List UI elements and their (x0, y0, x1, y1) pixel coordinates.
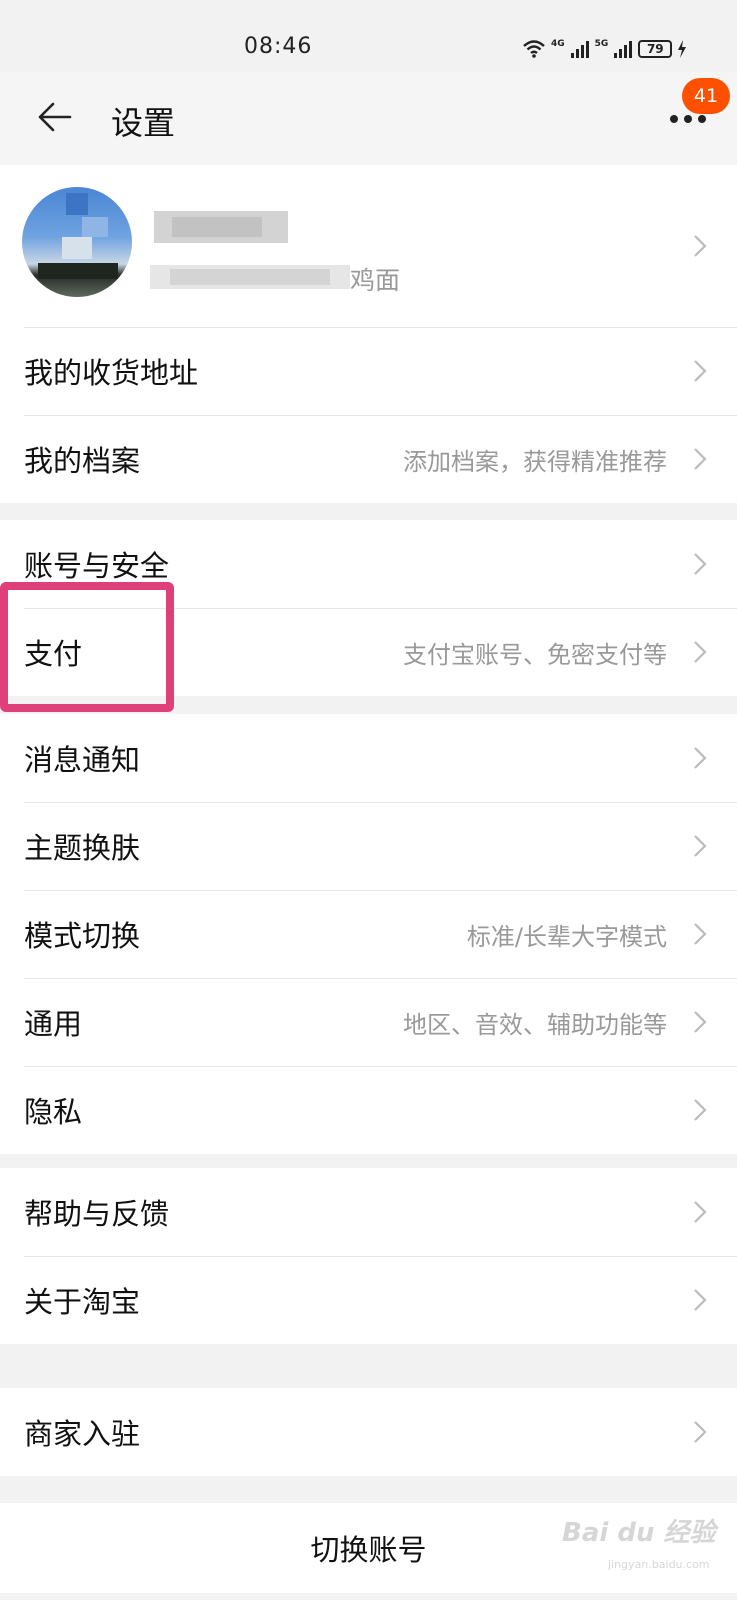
watermark-logo: Bai du 经验 (562, 1518, 716, 1548)
network-type-label: 5G (594, 38, 609, 49)
settings-item-label: 我的收货地址 (24, 356, 199, 390)
signal-icon (614, 41, 633, 58)
settings-item-label: 通用 (24, 1007, 83, 1041)
settings-item-account-security[interactable]: 账号与安全 (0, 520, 737, 608)
battery-icon: 79 (638, 40, 673, 58)
profile-subtitle: 鸡面 (350, 266, 401, 295)
settings-item-theme[interactable]: 主题换肤 (0, 802, 737, 890)
charging-icon (678, 40, 687, 58)
chevron-right-icon (694, 1289, 707, 1311)
wifi-icon (523, 40, 545, 58)
settings-item-label: 商家入驻 (24, 1417, 141, 1451)
chevron-right-icon (694, 835, 707, 857)
chevron-right-icon (694, 1201, 707, 1223)
settings-item-privacy[interactable]: 隐私 (0, 1066, 737, 1154)
more-dots-icon (670, 115, 706, 123)
settings-item-address[interactable]: 我的收货地址 (0, 327, 737, 415)
chevron-right-icon (694, 235, 707, 257)
status-icons: 4G 5G 79 (522, 36, 687, 62)
settings-item-general[interactable]: 通用 地区、音效、辅助功能等 (0, 978, 737, 1066)
settings-item-about[interactable]: 关于淘宝 (0, 1256, 737, 1344)
battery-level: 79 (646, 42, 664, 56)
status-time: 08:46 (244, 34, 313, 59)
chevron-right-icon (694, 448, 707, 470)
settings-item-profile-archive[interactable]: 我的档案 添加档案，获得精准推荐 (0, 415, 737, 503)
settings-item-merchant[interactable]: 商家入驻 (0, 1388, 737, 1476)
settings-item-label: 我的档案 (24, 444, 141, 478)
signal-icon (570, 41, 589, 58)
chevron-right-icon (694, 360, 707, 382)
settings-item-label: 帮助与反馈 (24, 1197, 170, 1231)
chevron-right-icon (694, 1011, 707, 1033)
chevron-right-icon (694, 923, 707, 945)
profile-row[interactable]: 鸡面 (0, 165, 737, 327)
chevron-right-icon (694, 553, 707, 575)
back-arrow-icon (38, 102, 72, 132)
settings-item-help[interactable]: 帮助与反馈 (0, 1168, 737, 1256)
status-bar: 08:46 4G 5G 79 (0, 0, 737, 72)
settings-item-value: 标准/长辈大字模式 (466, 922, 667, 951)
network-type-label: 4G (551, 38, 565, 49)
settings-item-label: 主题换肤 (24, 831, 141, 865)
settings-item-mode[interactable]: 模式切换 标准/长辈大字模式 (0, 890, 737, 978)
chevron-right-icon (694, 1099, 707, 1121)
notification-badge: 41 (682, 78, 730, 114)
settings-item-notifications[interactable]: 消息通知 (0, 714, 737, 802)
settings-item-label: 关于淘宝 (24, 1285, 141, 1319)
settings-item-value: 地区、音效、辅助功能等 (403, 1010, 667, 1039)
chevron-right-icon (694, 641, 707, 663)
header: 设置 (0, 72, 737, 165)
settings-screen: 08:46 4G 5G 79 设置 41 鸡面 我的收货地址 我的档案 添加档案… (0, 0, 737, 1600)
settings-item-payment[interactable]: 支付 支付宝账号、免密支付等 (0, 608, 737, 696)
general-group: 消息通知 主题换肤 模式切换 标准/长辈大字模式 通用 地区、音效、辅助功能等 … (0, 714, 737, 1154)
profile-group: 鸡面 我的收货地址 我的档案 添加档案，获得精准推荐 (0, 165, 737, 503)
settings-item-label: 消息通知 (24, 743, 141, 777)
chevron-right-icon (694, 747, 707, 769)
merchant-group: 商家入驻 (0, 1388, 737, 1476)
settings-item-label: 支付 (24, 637, 83, 671)
settings-item-label: 隐私 (24, 1095, 83, 1129)
settings-item-label: 账号与安全 (24, 549, 170, 583)
settings-item-label: 模式切换 (24, 919, 141, 953)
chevron-right-icon (694, 1421, 707, 1443)
user-info-blurred (150, 265, 350, 289)
switch-account-label: 切换账号 (310, 1533, 427, 1567)
help-group: 帮助与反馈 关于淘宝 (0, 1168, 737, 1344)
avatar (22, 187, 132, 297)
username-blurred (154, 211, 288, 243)
back-button[interactable] (30, 92, 80, 142)
page-title: 设置 (111, 104, 176, 142)
settings-item-value: 添加档案，获得精准推荐 (403, 447, 667, 476)
account-group: 账号与安全 支付 支付宝账号、免密支付等 (0, 520, 737, 696)
settings-item-value: 支付宝账号、免密支付等 (403, 640, 667, 669)
watermark-url: jingyan.baidu.com (608, 1558, 710, 1571)
